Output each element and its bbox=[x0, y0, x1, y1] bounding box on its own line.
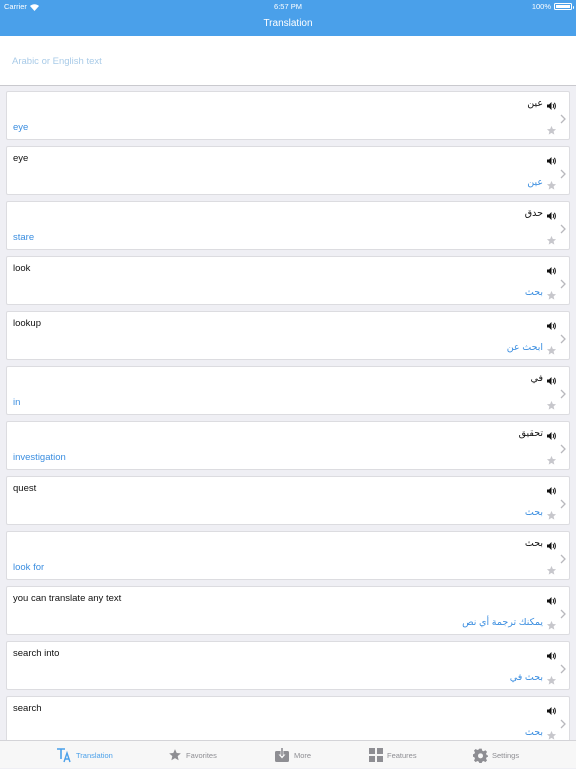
search-bar bbox=[0, 36, 576, 86]
tab-more[interactable]: More bbox=[274, 741, 311, 769]
translation-row[interactable]: eye عين bbox=[6, 146, 570, 195]
tab-settings-label: Settings bbox=[492, 750, 520, 760]
source-text: في bbox=[530, 373, 543, 384]
translation-row[interactable]: you can translate any text يمكنك ترجمة أي… bbox=[6, 586, 570, 635]
translation-text: بحث bbox=[524, 727, 543, 738]
source-text: lookup bbox=[13, 318, 41, 329]
page-title: Translation bbox=[263, 18, 313, 29]
translation-row[interactable]: search بحث bbox=[6, 696, 570, 740]
source-text: look bbox=[13, 263, 31, 274]
tab-translation[interactable]: Translation bbox=[56, 741, 113, 769]
translation-text: بحث bbox=[524, 507, 543, 518]
translation-list: عين eye eye عين حدق stare look بحث lookup ابحث عن… bbox=[0, 91, 576, 740]
speaker-icon[interactable] bbox=[547, 428, 557, 440]
battery-indicator: 100% bbox=[531, 2, 574, 11]
translation-text: بحث bbox=[524, 287, 543, 298]
speaker-icon[interactable] bbox=[547, 318, 557, 330]
translation-row[interactable]: في in bbox=[6, 366, 570, 415]
speaker-icon[interactable] bbox=[547, 208, 557, 220]
tab-translation-label: Translation bbox=[76, 750, 113, 760]
star-icon bbox=[168, 748, 182, 762]
chevron-right-icon bbox=[560, 606, 566, 619]
chevron-right-icon bbox=[560, 661, 566, 674]
tab-favorites[interactable]: Favorites bbox=[168, 741, 217, 769]
translation-text: يمكنك ترجمة أي نص bbox=[462, 617, 543, 628]
speaker-icon[interactable] bbox=[547, 373, 557, 385]
chevron-right-icon bbox=[560, 166, 566, 179]
source-text: eye bbox=[13, 153, 29, 164]
chevron-right-icon bbox=[560, 221, 566, 234]
chevron-right-icon bbox=[560, 331, 566, 344]
grid-icon bbox=[369, 748, 383, 762]
source-text: بحث bbox=[524, 538, 543, 549]
search-input[interactable] bbox=[12, 51, 562, 71]
favorite-star-icon[interactable] bbox=[546, 618, 557, 630]
translation-text: عين bbox=[527, 177, 543, 188]
tab-favorites-label: Favorites bbox=[186, 750, 217, 760]
battery-percent: 100% bbox=[531, 2, 551, 11]
speaker-icon[interactable] bbox=[547, 538, 557, 550]
translation-row[interactable]: search into بحث في bbox=[6, 641, 570, 690]
speaker-icon[interactable] bbox=[547, 153, 557, 165]
speaker-icon[interactable] bbox=[547, 648, 557, 660]
translation-text: eye bbox=[13, 122, 29, 133]
speaker-icon[interactable] bbox=[547, 98, 557, 110]
chevron-right-icon bbox=[560, 551, 566, 564]
translation-text: investigation bbox=[13, 452, 66, 463]
translation-row[interactable]: حدق stare bbox=[6, 201, 570, 250]
source-text: تحقيق bbox=[518, 428, 543, 439]
source-text: you can translate any text bbox=[13, 593, 122, 604]
favorite-star-icon[interactable] bbox=[546, 563, 557, 575]
chevron-right-icon bbox=[560, 441, 566, 454]
speaker-icon[interactable] bbox=[547, 593, 557, 605]
favorite-star-icon[interactable] bbox=[546, 398, 557, 410]
favorite-star-icon[interactable] bbox=[546, 288, 557, 300]
favorite-star-icon[interactable] bbox=[546, 508, 557, 520]
tab-features-label: Features bbox=[387, 750, 417, 760]
chevron-right-icon bbox=[560, 716, 566, 729]
translation-text: stare bbox=[13, 232, 35, 243]
translation-text: in bbox=[13, 397, 21, 408]
speaker-icon[interactable] bbox=[547, 703, 557, 715]
chevron-right-icon bbox=[560, 276, 566, 289]
translation-row[interactable]: بحث look for bbox=[6, 531, 570, 580]
translation-row[interactable]: عين eye bbox=[6, 91, 570, 140]
translation-text: look for bbox=[13, 562, 45, 573]
translation-row[interactable]: quest بحث bbox=[6, 476, 570, 525]
translation-row[interactable]: look بحث bbox=[6, 256, 570, 305]
favorite-star-icon[interactable] bbox=[546, 343, 557, 355]
source-text: search into bbox=[13, 648, 60, 659]
translation-row[interactable]: lookup ابحث عن bbox=[6, 311, 570, 360]
favorite-star-icon[interactable] bbox=[546, 178, 557, 190]
translate-icon bbox=[56, 747, 72, 763]
download-icon bbox=[274, 748, 290, 762]
speaker-icon[interactable] bbox=[547, 483, 557, 495]
favorite-star-icon[interactable] bbox=[546, 123, 557, 135]
battery-icon bbox=[554, 3, 574, 10]
favorite-star-icon[interactable] bbox=[546, 728, 557, 740]
translation-row[interactable]: تحقيق investigation bbox=[6, 421, 570, 470]
source-text: عين bbox=[527, 98, 543, 109]
speaker-icon[interactable] bbox=[547, 263, 557, 275]
status-bar: Carrier 6:57 PM 100% bbox=[0, 0, 576, 12]
favorite-star-icon[interactable] bbox=[546, 673, 557, 685]
status-time: 6:57 PM bbox=[274, 2, 302, 11]
favorite-star-icon[interactable] bbox=[546, 233, 557, 245]
gear-icon bbox=[473, 748, 488, 763]
chevron-right-icon bbox=[560, 111, 566, 124]
favorite-star-icon[interactable] bbox=[546, 453, 557, 465]
translation-text: بحث في bbox=[509, 672, 543, 683]
source-text: quest bbox=[13, 483, 37, 494]
tab-features[interactable]: Features bbox=[369, 741, 417, 769]
translation-text: ابحث عن bbox=[506, 342, 543, 353]
tab-bar: Translation Favorites More Features Sett… bbox=[0, 740, 576, 768]
tab-settings[interactable]: Settings bbox=[473, 741, 519, 769]
source-text: حدق bbox=[524, 208, 543, 219]
chevron-right-icon bbox=[560, 386, 566, 399]
chevron-right-icon bbox=[560, 496, 566, 509]
nav-bar: Translation bbox=[0, 12, 576, 36]
source-text: search bbox=[13, 703, 42, 714]
tab-more-label: More bbox=[294, 750, 312, 760]
